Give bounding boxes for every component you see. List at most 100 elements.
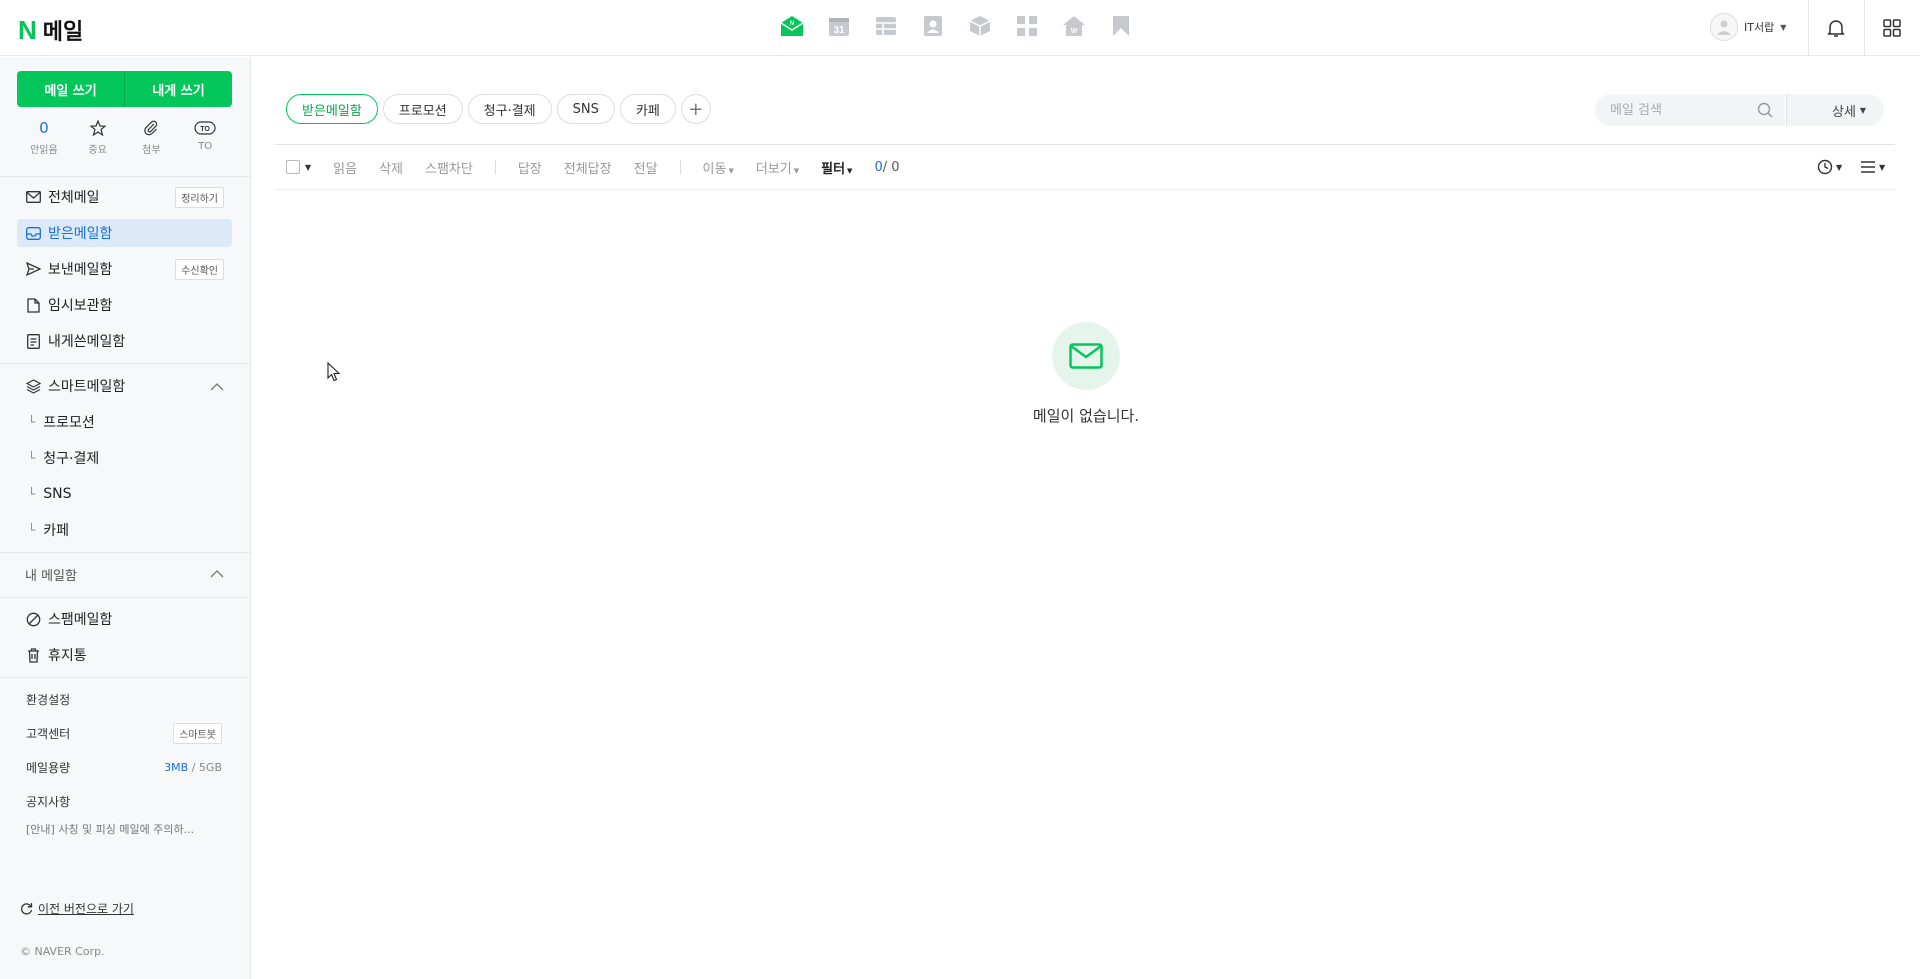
avatar	[1710, 13, 1738, 41]
bookmark-icon[interactable]	[1109, 14, 1133, 38]
toolbar-divider	[679, 160, 681, 174]
folder-label: 보낸메일함	[48, 262, 113, 278]
mouse-cursor-icon	[327, 361, 341, 386]
my-mailbox-toggle[interactable]: 내 메일함	[17, 560, 232, 588]
unread-filter[interactable]: 0 안읽음	[17, 119, 71, 156]
detail-search-button[interactable]: 상세 ▼	[1786, 94, 1884, 126]
smart-mailbox-toggle[interactable]: 스마트메일함	[17, 372, 232, 400]
contacts-icon[interactable]	[921, 14, 945, 38]
divider	[0, 552, 251, 553]
chip-sns[interactable]: SNS	[556, 94, 615, 124]
app-switcher: N 31 W	[780, 14, 1133, 38]
notice-text: [안내] 사칭 및 피싱 메일에 주의하...	[26, 823, 195, 836]
notice-item[interactable]: [안내] 사칭 및 피싱 메일에 주의하...	[26, 818, 222, 840]
inbox-icon	[25, 225, 41, 241]
mark-read-button[interactable]: 읽음	[333, 158, 357, 177]
tree-branch: └	[28, 487, 36, 501]
attachment-filter[interactable]: 첨부	[125, 119, 179, 156]
naver-n-logo: N	[18, 15, 37, 45]
user-menu[interactable]: IT서랍 ▼	[1710, 13, 1786, 41]
notice-link[interactable]: 공지사항	[26, 790, 222, 812]
chevron-down-icon: ▼	[1836, 162, 1843, 172]
organize-button[interactable]: 정리하기	[175, 186, 224, 208]
divider	[0, 363, 251, 364]
chip-cafe[interactable]: 카페	[619, 94, 676, 124]
mail-app-icon[interactable]: N	[780, 14, 804, 38]
filter-button[interactable]: 필터 ▼	[821, 158, 852, 177]
app-title: 메일	[42, 20, 84, 45]
naver-mail-logo[interactable]: N 메일	[18, 14, 83, 46]
notification-bell-icon[interactable]	[1822, 14, 1850, 42]
chevron-down-icon: ▼	[1780, 22, 1787, 32]
storage-value: 3MB / 5GB	[164, 761, 222, 774]
envelope-icon	[25, 189, 41, 205]
chip-billing[interactable]: 청구·결제	[467, 94, 552, 124]
folder-label: 내게쓴메일함	[48, 334, 126, 350]
add-chip-button[interactable]: +	[680, 94, 711, 124]
trash-icon	[25, 647, 41, 663]
folder-all-mail[interactable]: 전체메일 정리하기	[17, 183, 232, 211]
spam-block-button[interactable]: 스팸차단	[425, 158, 473, 177]
sort-button[interactable]: ▼	[1817, 156, 1842, 178]
search-icon[interactable]	[1757, 102, 1773, 122]
copyright: © NAVER Corp.	[20, 945, 105, 958]
chip-inbox[interactable]: 받은메일함	[286, 94, 378, 124]
grid-app-icon[interactable]	[1015, 14, 1039, 38]
search-input[interactable]	[1610, 102, 1750, 118]
folder-trash[interactable]: 휴지통	[17, 641, 232, 669]
delete-button[interactable]: 삭제	[379, 158, 403, 177]
customer-center-link[interactable]: 고객센터 스마트봇	[26, 722, 222, 744]
smartbot-button[interactable]: 스마트봇	[173, 722, 222, 744]
attachment-label: 첨부	[142, 145, 161, 156]
read-receipt-button[interactable]: 수신확인	[175, 258, 224, 280]
table-icon[interactable]	[874, 14, 898, 38]
smart-item-promotion[interactable]: └ 프로모션	[28, 408, 95, 436]
important-filter[interactable]: 중요	[71, 119, 125, 156]
chevron-up-icon[interactable]	[210, 379, 224, 395]
select-all-checkbox[interactable]	[286, 160, 300, 174]
divider	[0, 677, 251, 678]
tree-branch: └	[28, 451, 36, 465]
attachment-icon	[143, 119, 159, 137]
document-icon	[25, 297, 41, 313]
star-icon	[89, 119, 106, 137]
storage-usage: 메일용량 3MB / 5GB	[26, 756, 222, 778]
folder-drafts[interactable]: 임시보관함	[17, 291, 232, 319]
calendar-icon[interactable]: 31	[827, 14, 851, 38]
view-options-button[interactable]: ▼	[1860, 156, 1885, 178]
settings-link[interactable]: 환경설정	[26, 688, 222, 710]
smart-item-billing[interactable]: └ 청구·결제	[28, 444, 99, 472]
move-button[interactable]: 이동 ▼	[703, 158, 734, 177]
chevron-down-icon[interactable]: ▼	[305, 163, 311, 172]
customer-center-label: 고객센터	[26, 726, 71, 741]
chip-promotion[interactable]: 프로모션	[382, 94, 463, 124]
chevron-up-icon[interactable]	[210, 567, 224, 582]
all-services-grid-icon[interactable]	[1878, 14, 1906, 42]
my-mailbox-label: 내 메일함	[25, 568, 77, 584]
more-button[interactable]: 더보기 ▼	[756, 158, 799, 177]
folder-sent[interactable]: 보낸메일함 수신확인	[17, 255, 232, 283]
previous-version-link[interactable]: 이전 버전으로 가기	[20, 900, 134, 917]
folder-label: 휴지통	[48, 648, 87, 664]
smart-item-sns[interactable]: └ SNS	[28, 480, 71, 508]
toolbar-top-border	[275, 144, 1895, 145]
folder-label: 전체메일	[48, 190, 100, 206]
reply-button[interactable]: 답장	[518, 158, 542, 177]
write-to-self-button[interactable]: 내게 쓰기	[124, 71, 232, 107]
chevron-down-icon: ▼	[1859, 105, 1867, 115]
important-label: 중요	[88, 145, 107, 156]
folder-inbox[interactable]: 받은메일함	[17, 219, 232, 247]
tree-branch: └	[28, 415, 36, 429]
smart-item-cafe[interactable]: └ 카페	[28, 516, 69, 544]
folder-to-self[interactable]: 내게쓴메일함	[17, 327, 232, 355]
write-mail-button[interactable]: 메일 쓰기	[17, 71, 124, 107]
forward-button[interactable]: 전달	[634, 158, 658, 177]
block-icon	[25, 611, 41, 627]
home-icon[interactable]: W	[1062, 14, 1086, 38]
to-me-filter[interactable]: TO TO	[178, 119, 232, 156]
folder-spam[interactable]: 스팸메일함	[17, 605, 232, 633]
notice-label: 공지사항	[26, 794, 71, 809]
box-icon[interactable]	[968, 14, 992, 38]
reply-all-button[interactable]: 전체답장	[564, 158, 612, 177]
smart-item-label: 카페	[43, 523, 69, 539]
